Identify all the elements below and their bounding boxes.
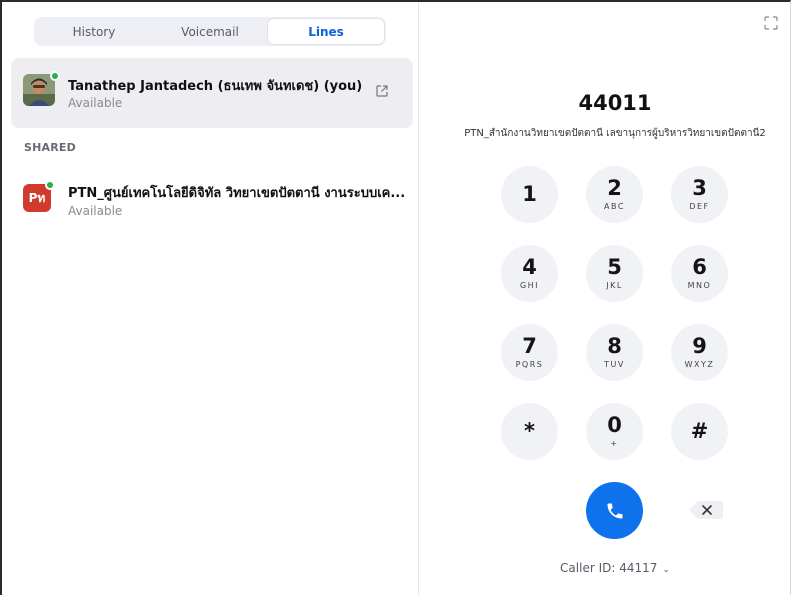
expand-icon[interactable] bbox=[764, 16, 778, 30]
dialpad-key-hash[interactable]: # bbox=[671, 403, 728, 460]
presence-indicator bbox=[50, 71, 60, 81]
my-line-item[interactable]: Tanathep Jantadech (ธนเทพ จันทเดช) (you)… bbox=[11, 58, 413, 128]
dialpad-key-3[interactable]: 3 DEF bbox=[671, 166, 728, 223]
dialer-panel: 44011 PTN_สำนักงานวิทยาเขตปัตตานี เลขานุ… bbox=[420, 2, 790, 595]
dialpad-key-9[interactable]: 9 WXYZ bbox=[671, 324, 728, 381]
phone-icon bbox=[607, 503, 622, 518]
shared-line-name: PTN_ศูนย์เทคโนโลยีดิจิทัล วิทยาเขตปัตตาน… bbox=[68, 186, 406, 201]
tab-history[interactable]: History bbox=[36, 19, 152, 44]
dialpad-key-1[interactable]: 1 bbox=[501, 166, 558, 223]
dialpad-key-4[interactable]: 4 GHI bbox=[501, 245, 558, 302]
line-description: PTN_สำนักงานวิทยาเขตปัตตานี เลขานุการผู้… bbox=[464, 128, 766, 139]
presence-indicator bbox=[45, 180, 55, 190]
caller-id-label: Caller ID: 44117 bbox=[560, 561, 658, 575]
my-line-name: Tanathep Jantadech (ธนเทพ จันทเดช) (you) bbox=[68, 79, 363, 94]
call-button[interactable] bbox=[586, 482, 643, 539]
backspace-icon[interactable] bbox=[686, 498, 726, 522]
dialed-number: 44011 bbox=[578, 91, 652, 115]
tab-lines[interactable]: Lines bbox=[268, 19, 384, 44]
chevron-down-icon: ⌄ bbox=[662, 565, 670, 575]
tab-voicemail[interactable]: Voicemail bbox=[152, 19, 268, 44]
dialpad-key-5[interactable]: 5 JKL bbox=[586, 245, 643, 302]
dialpad-key-8[interactable]: 8 TUV bbox=[586, 324, 643, 381]
dialpad-key-0[interactable]: 0 + bbox=[586, 403, 643, 460]
tab-bar: History Voicemail Lines bbox=[34, 17, 386, 46]
caller-id-selector[interactable]: Caller ID: 44117 ⌄ bbox=[420, 561, 791, 575]
dialpad-key-2[interactable]: 2 ABC bbox=[586, 166, 643, 223]
shared-section-label: SHARED bbox=[24, 141, 76, 154]
open-external-icon[interactable] bbox=[375, 84, 389, 98]
shared-line-status: Available bbox=[68, 204, 123, 218]
dialpad-key-star[interactable]: * bbox=[501, 403, 558, 460]
dialpad-key-7[interactable]: 7 PQRS bbox=[501, 324, 558, 381]
dialpad-key-6[interactable]: 6 MNO bbox=[671, 245, 728, 302]
shared-line-item[interactable]: Pท PTN_ศูนย์เทคโนโลยีดิจิทัล วิทยาเขตปัต… bbox=[11, 172, 413, 228]
lines-panel: History Voicemail Lines Tanathep Jantade… bbox=[2, 2, 419, 595]
my-line-status: Available bbox=[68, 96, 123, 110]
